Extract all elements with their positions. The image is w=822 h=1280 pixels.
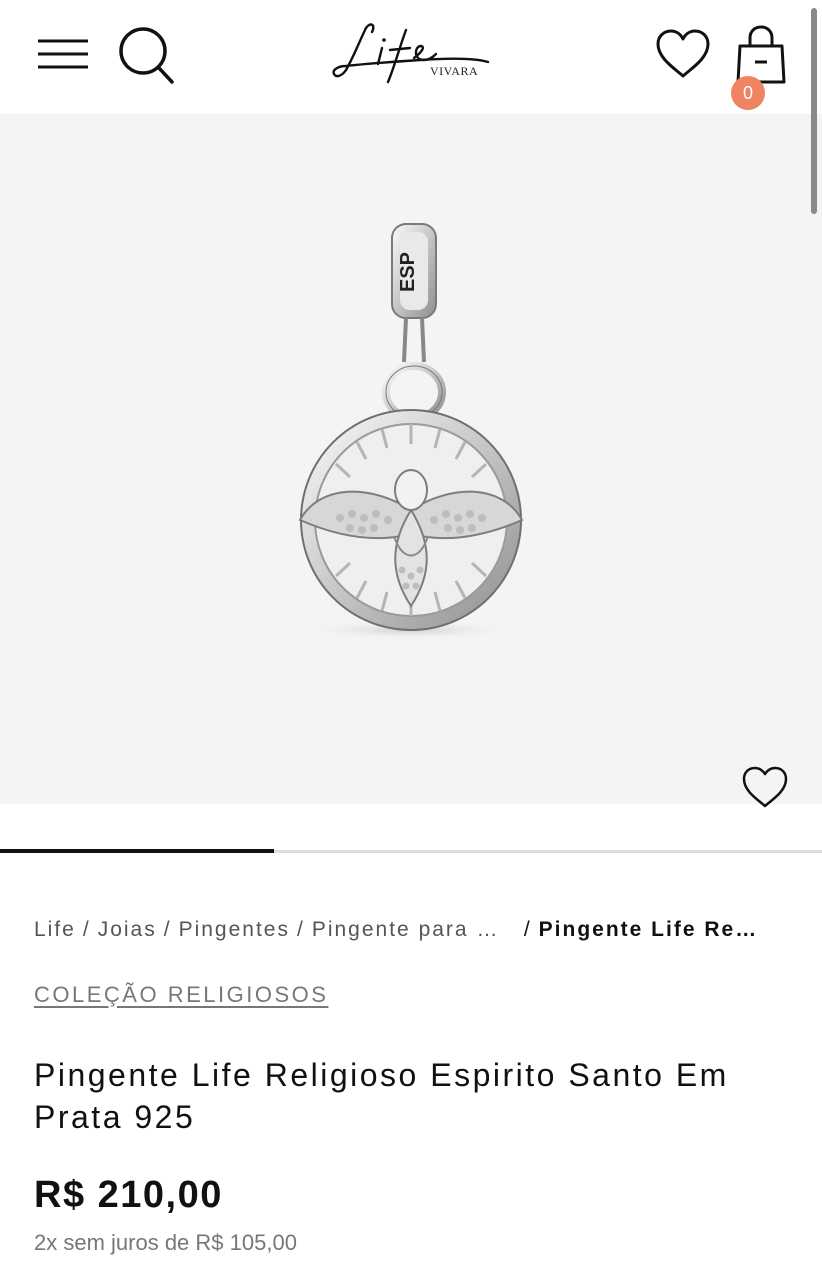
breadcrumb-separator: / bbox=[523, 918, 532, 941]
gallery-favorite-button[interactable] bbox=[740, 764, 790, 810]
breadcrumb-separator: / bbox=[163, 918, 172, 941]
breadcrumb-separator: / bbox=[296, 918, 305, 941]
life-logo-script bbox=[332, 23, 490, 84]
menu-icon bbox=[38, 39, 88, 69]
breadcrumb: Life / Joias / Pingentes / Pingente para P… / Pi… bbox=[34, 918, 794, 942]
product-gallery[interactable]: ESP bbox=[0, 114, 822, 808]
brand-logo[interactable]: VIVARA bbox=[330, 18, 495, 90]
heart-icon bbox=[656, 29, 710, 78]
gallery-progress-fill bbox=[0, 849, 274, 853]
search-button[interactable] bbox=[116, 24, 176, 86]
breadcrumb-item-joias[interactable]: Joias bbox=[98, 918, 157, 942]
cart-count-badge: 0 bbox=[731, 76, 765, 110]
breadcrumb-item-life[interactable]: Life bbox=[34, 918, 76, 942]
product-price: R$ 210,00 bbox=[34, 1174, 223, 1216]
breadcrumb-separator: / bbox=[82, 918, 91, 941]
wishlist-button[interactable] bbox=[654, 28, 712, 80]
breadcrumb-current: Pingente Life Reli… bbox=[538, 918, 761, 941]
breadcrumb-item-pingentes[interactable]: Pingentes bbox=[179, 918, 290, 942]
product-image: ESP bbox=[298, 223, 524, 640]
collection-link[interactable]: COLEÇÃO RELIGIOSOS bbox=[34, 982, 328, 1008]
logo-brand-text: VIVARA bbox=[430, 64, 479, 78]
header: VIVARA 0 bbox=[0, 0, 822, 114]
breadcrumb-item-pingente-para[interactable]: Pingente para P… bbox=[312, 918, 508, 942]
engraving-text: ESP bbox=[397, 252, 419, 292]
page-scrollbar[interactable] bbox=[811, 8, 817, 214]
menu-button[interactable] bbox=[36, 34, 90, 74]
product-title: Pingente Life Religioso Espirito Santo E… bbox=[34, 1057, 729, 1135]
gallery-progress-bar bbox=[0, 849, 822, 853]
installments-text: 2x sem juros de R$ 105,00 bbox=[34, 1230, 297, 1255]
heart-icon bbox=[742, 766, 788, 808]
search-icon bbox=[119, 27, 174, 84]
